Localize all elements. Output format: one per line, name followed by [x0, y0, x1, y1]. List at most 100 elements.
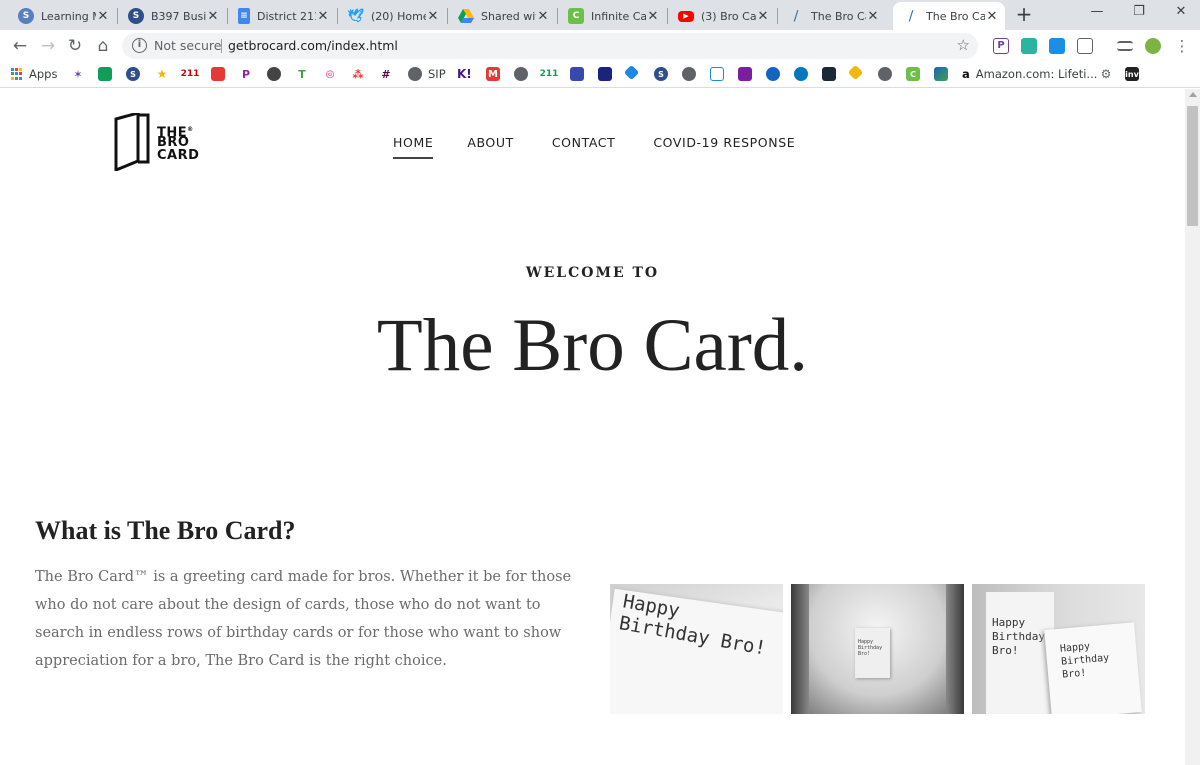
studio-wall-left	[791, 584, 809, 714]
close-icon[interactable]: ✕	[316, 9, 330, 24]
extension-p-icon[interactable]: P	[993, 38, 1009, 54]
new-tab-button[interactable]: +	[1012, 4, 1036, 26]
tab-title: Shared with	[481, 9, 536, 23]
bookmark-schoology-icon[interactable]: S	[126, 67, 140, 81]
bookmarks-bar: Apps ✶ S ★ 211 P T ◎ ⁂ # SIP K! M 211 S …	[0, 62, 1200, 88]
bookmark-box-icon[interactable]	[710, 67, 724, 81]
site-logo[interactable]: THE® BRO CARD	[114, 113, 199, 171]
bookmark-star-icon[interactable]: ✶	[71, 67, 85, 81]
bookmark-c-icon[interactable]: C	[906, 67, 920, 81]
menu-icon[interactable]: ⋮	[1170, 35, 1194, 57]
close-icon[interactable]: ✕	[206, 9, 220, 24]
section-title: What is The Bro Card?	[35, 516, 296, 545]
tab-infinite-campus[interactable]: C Infinite Cam ✕	[558, 2, 666, 30]
bookmark-211-icon[interactable]: 211	[181, 67, 200, 81]
close-icon[interactable]: ✕	[756, 9, 770, 24]
door-logo-icon	[114, 113, 150, 171]
info-icon[interactable]: i	[132, 38, 147, 53]
tab-district[interactable]: ≡ District 211 ✕	[228, 2, 336, 30]
scrollbar-thumb[interactable]	[1187, 106, 1198, 226]
bookmark-gear-icon[interactable]	[794, 67, 808, 81]
bookmark-navy-icon[interactable]	[570, 67, 584, 81]
divider	[221, 39, 222, 53]
bookmark-inv[interactable]: inv	[1125, 67, 1139, 81]
extension-face-icon[interactable]	[1021, 38, 1037, 54]
nav-about[interactable]: ABOUT	[467, 135, 514, 159]
bookmark-diamond-icon[interactable]	[623, 64, 640, 81]
tab-bro-card-active[interactable]: ⧸ The Bro Car ✕	[893, 2, 1005, 30]
bookmark-red-icon[interactable]	[211, 67, 225, 81]
bookmark-blue-icon[interactable]	[766, 67, 780, 81]
browser-toolbar: ← → ↻ ⌂ i Not secure getbrocard.com/inde…	[0, 30, 1200, 62]
bookmark-amazon[interactable]: a Amazon.com: Lifeti...	[962, 67, 1097, 81]
reload-icon[interactable]: ↻	[63, 35, 87, 57]
close-icon[interactable]: ✕	[985, 9, 999, 24]
back-icon[interactable]: ←	[8, 35, 32, 57]
close-icon[interactable]: ✕	[866, 9, 880, 24]
bookmark-slack-icon[interactable]: #	[379, 67, 393, 81]
tab-title: Learning Ma	[41, 9, 96, 23]
close-icon[interactable]: ✕	[536, 9, 550, 24]
bookmark-kahoot[interactable]: K!	[457, 67, 472, 81]
bookmark-sip[interactable]: SIP	[408, 67, 446, 81]
bookmark-binance-icon[interactable]	[847, 64, 864, 81]
tab-learning[interactable]: S Learning Ma ✕	[8, 2, 116, 30]
bookmark-swirl-icon[interactable]: ◎	[323, 67, 337, 81]
bookmark-gear-icon[interactable]: ⚙	[1099, 67, 1113, 81]
extension-grid-icon[interactable]	[1077, 38, 1093, 54]
bookmark-apps[interactable]: Apps	[11, 67, 57, 81]
hero-title: The Bro Card.	[376, 304, 809, 387]
close-icon[interactable]: ✕	[426, 9, 440, 24]
nav-covid-response[interactable]: COVID-19 RESPONSE	[653, 135, 795, 159]
schoology-icon: S	[18, 8, 34, 24]
not-secure-label: Not secure	[154, 38, 222, 53]
bookmark-p-icon[interactable]: P	[239, 67, 253, 81]
globe-icon[interactable]	[682, 67, 696, 81]
tab-title: District 211	[257, 9, 316, 23]
bookmark-star-gold-icon[interactable]: ★	[155, 67, 169, 81]
tab-drive[interactable]: Shared with ✕	[448, 2, 556, 30]
bookmark-purple-icon[interactable]	[738, 67, 752, 81]
tab-b397[interactable]: S B397 Busine ✕	[118, 2, 226, 30]
close-icon[interactable]: ✕	[646, 9, 660, 24]
bookmark-dark-grid-icon[interactable]	[822, 67, 836, 81]
tab-title: B397 Busine	[151, 9, 206, 23]
scrollbar[interactable]	[1185, 89, 1200, 765]
scroll-up-arrow-icon[interactable]	[1189, 92, 1197, 97]
tab-youtube[interactable]: ▶ (3) Bro Card ✕	[668, 2, 776, 30]
card-closeup-photo: Happy Birthday Bro!	[610, 584, 783, 714]
forward-icon[interactable]: →	[36, 35, 60, 57]
bookmark-gradient-icon[interactable]	[934, 67, 948, 81]
media-icon[interactable]	[1117, 41, 1133, 51]
home-icon[interactable]: ⌂	[91, 35, 115, 57]
globe-icon[interactable]	[514, 67, 528, 81]
nav-home[interactable]: HOME	[393, 135, 434, 159]
address-bar[interactable]: i Not secure getbrocard.com/index.html ☆	[122, 33, 978, 59]
bookmark-dots-icon[interactable]: ⁂	[351, 67, 365, 81]
globe-icon[interactable]	[878, 67, 892, 81]
profile-avatar[interactable]	[1145, 38, 1161, 54]
window-close-icon[interactable]: ✕	[1166, 4, 1196, 24]
page-viewport: THE® BRO CARD HOME ABOUT CONTACT COVID-1…	[0, 89, 1185, 765]
minimize-icon[interactable]: —	[1082, 4, 1112, 24]
bookmark-dark-icon[interactable]	[267, 67, 281, 81]
bookmark-schoology-icon[interactable]: S	[654, 67, 668, 81]
star-icon[interactable]: ☆	[957, 36, 970, 54]
close-icon[interactable]: ✕	[96, 9, 110, 24]
tab-title: The Bro Car	[926, 9, 985, 23]
extension-blue-icon[interactable]	[1049, 38, 1065, 54]
tab-twitter[interactable]: 🕊 (20) Home / ✕	[338, 2, 446, 30]
bookmark-drive-icon[interactable]	[98, 67, 112, 81]
bookmark-m[interactable]: M	[486, 67, 500, 81]
restore-icon[interactable]: ❐	[1124, 4, 1154, 24]
schoology-icon: S	[128, 8, 144, 24]
bookmark-t-icon[interactable]: T	[295, 67, 309, 81]
nav-contact[interactable]: CONTACT	[552, 135, 615, 159]
bookmark-211-green-icon[interactable]: 211	[540, 67, 559, 81]
logo-line-card: CARD	[157, 147, 200, 163]
logo-wordmark: THE® BRO CARD	[157, 123, 199, 162]
google-docs-icon: ≡	[238, 8, 250, 24]
url-text[interactable]: getbrocard.com/index.html	[228, 38, 398, 53]
bookmark-grid-icon[interactable]	[598, 67, 612, 81]
tab-bro-card[interactable]: ⧸ The Bro Car ✕	[778, 2, 886, 30]
